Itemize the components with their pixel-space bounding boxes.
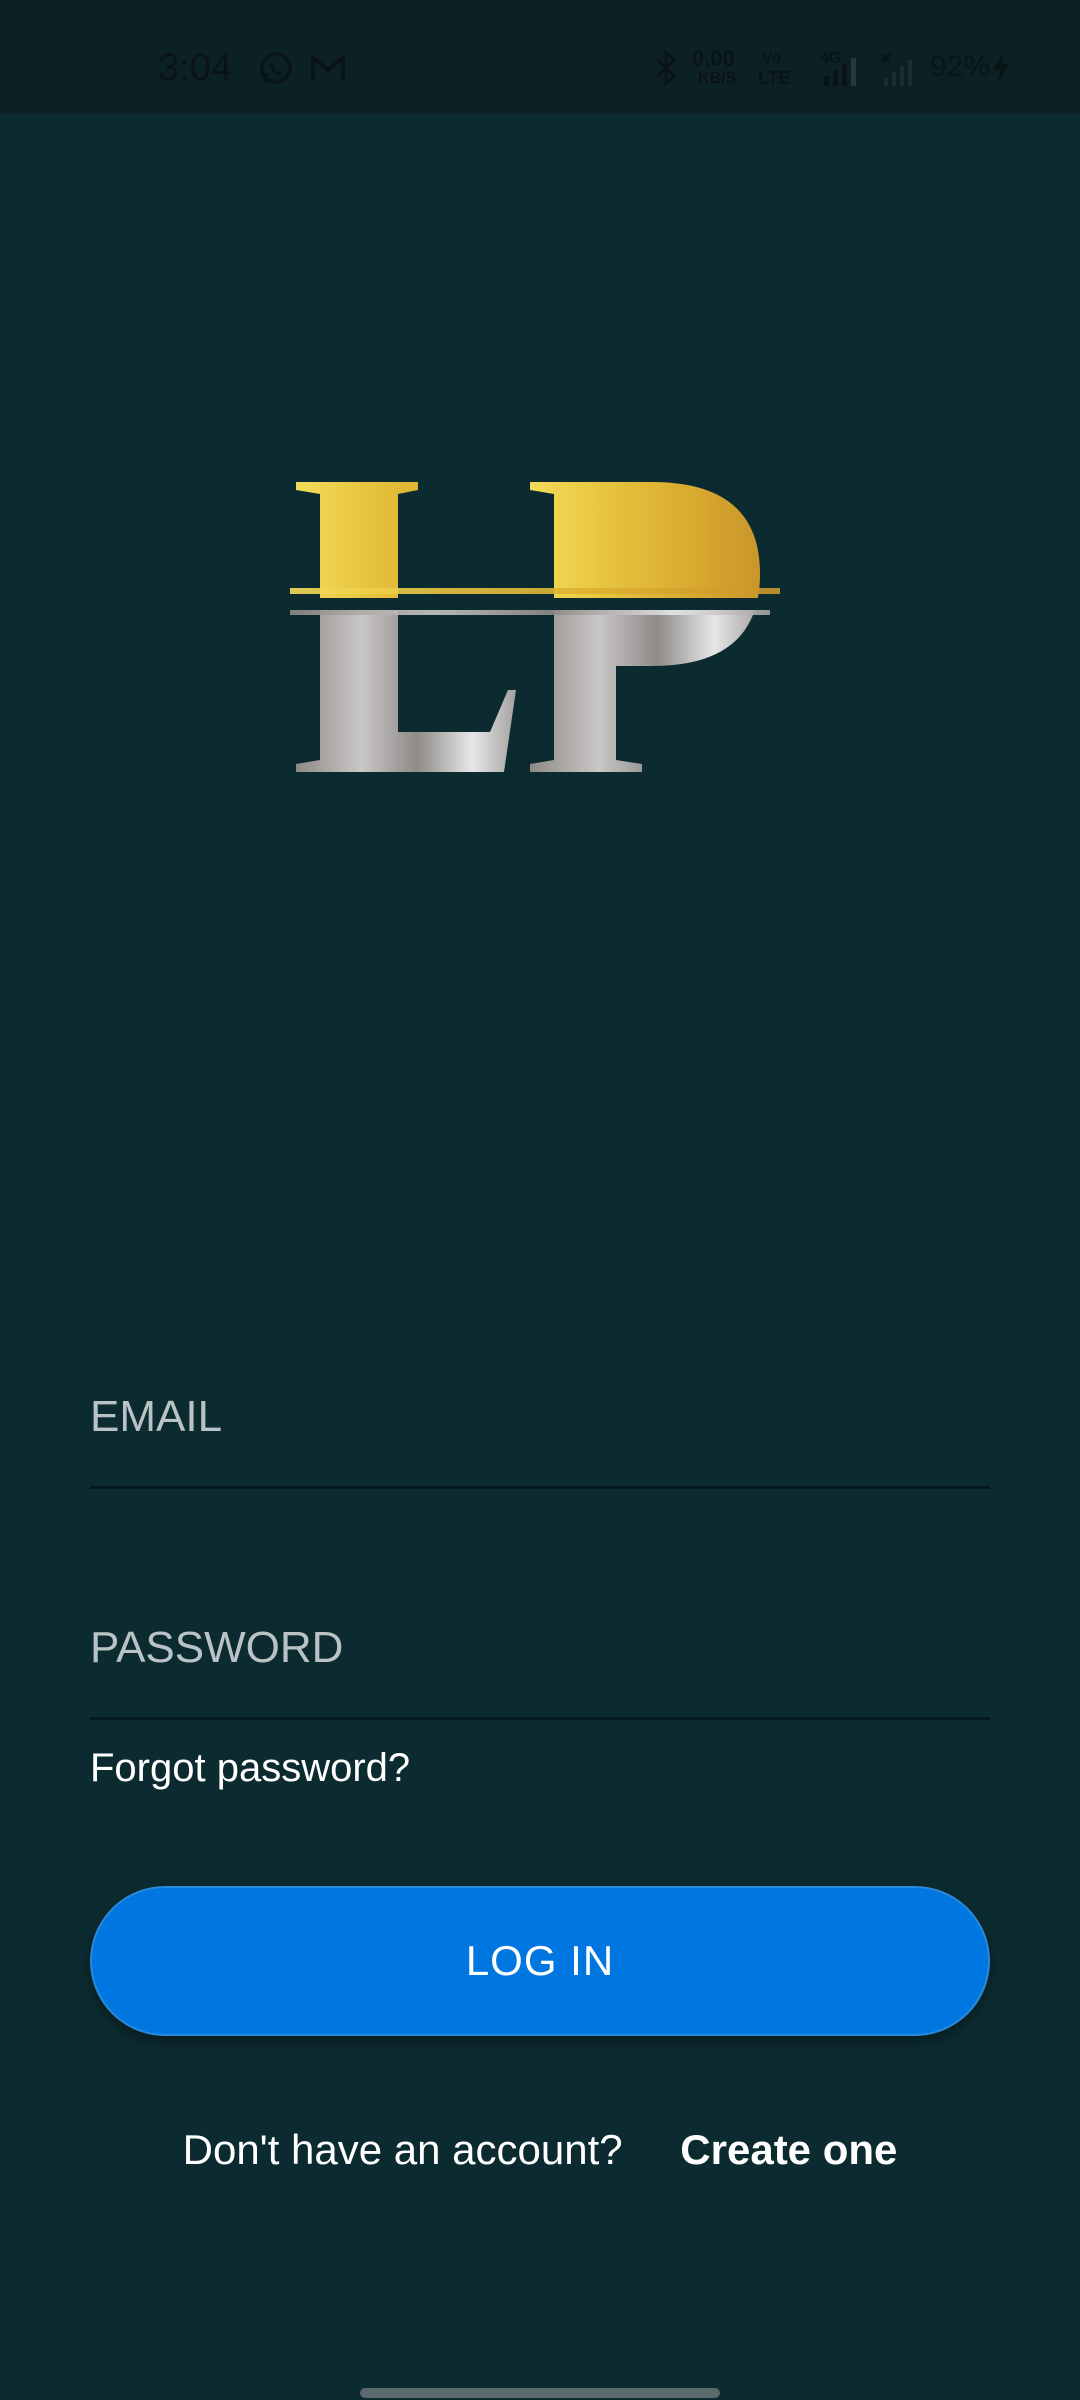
signal-icon xyxy=(822,56,860,91)
net-speed-value: 0.00 xyxy=(692,46,735,71)
signup-prompt: Don't have an account? xyxy=(182,2126,623,2173)
signup-row: Don't have an account? Create one xyxy=(0,2126,1080,2174)
email-field[interactable] xyxy=(90,1386,990,1489)
create-account-link[interactable]: Create one xyxy=(680,2126,897,2173)
login-button[interactable]: LOG IN xyxy=(90,1886,990,2036)
home-indicator[interactable] xyxy=(360,2388,720,2398)
whatsapp-icon xyxy=(258,50,294,91)
status-bar: 3:04 0.00 KB/S Vo LTE 4G 92% xyxy=(0,0,1080,114)
net-speed-unit: KB/S xyxy=(698,70,737,87)
no-signal-icon xyxy=(880,52,918,91)
bluetooth-icon xyxy=(654,49,678,91)
app-logo xyxy=(290,470,780,780)
login-button-label: LOG IN xyxy=(465,1937,615,1984)
charging-icon xyxy=(990,50,1012,91)
password-input[interactable] xyxy=(90,1623,990,1673)
password-field[interactable] xyxy=(90,1617,990,1720)
battery-percent: 92% xyxy=(930,50,991,83)
volte-top: Vo xyxy=(762,50,782,67)
forgot-password-link[interactable]: Forgot password? xyxy=(90,1746,410,1791)
volte-bottom: LTE xyxy=(758,68,791,88)
status-time: 3:04 xyxy=(158,47,232,89)
email-input[interactable] xyxy=(90,1392,990,1442)
gmail-icon xyxy=(310,53,346,89)
